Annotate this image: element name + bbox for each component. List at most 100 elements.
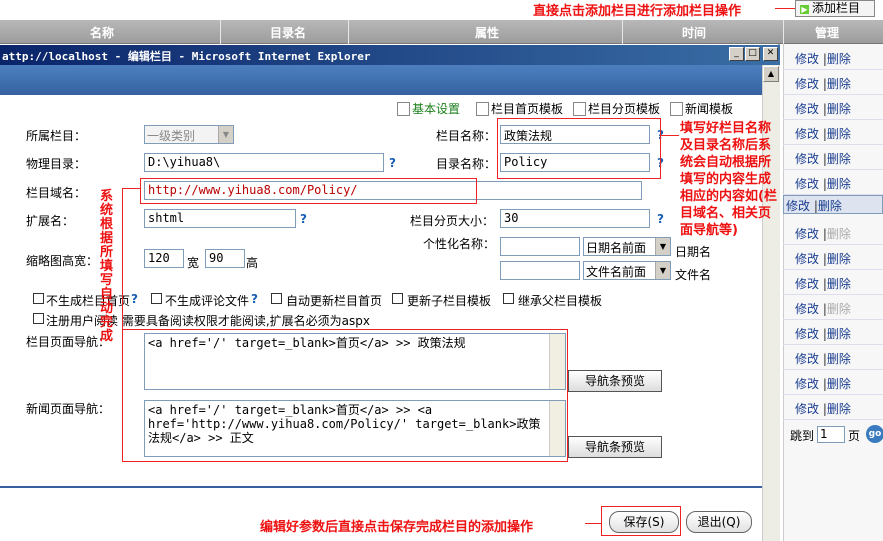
delete-link[interactable]: 删除 [827,402,851,416]
scroll-up-icon[interactable]: ▲ [763,66,779,82]
edit-link[interactable]: 修改 [795,352,819,366]
thumb-width-input[interactable]: 120 [144,249,184,268]
custom-input-2[interactable] [500,261,580,280]
add-column-button[interactable]: ▶ 添加栏目 [795,0,875,17]
delete-link[interactable]: 删除 [827,52,851,66]
link-separator: | [819,177,827,191]
cb-inherit-parent[interactable] [503,293,514,304]
nav-label: 栏目页面导航： [26,335,111,349]
delete-link[interactable]: 删除 [827,152,851,166]
col-manage: 管理 [815,26,840,40]
manage-row: 修改 |删除 [783,345,883,370]
annotation-line [122,188,140,189]
link-separator: | [819,302,827,316]
tab-basic[interactable]: 基本设置 [397,100,460,117]
document-icon [476,102,489,116]
manage-row: 修改 |删除 [783,395,883,420]
custom-input-1[interactable] [500,237,580,256]
cb-update-child[interactable] [392,293,403,304]
delete-link[interactable]: 删除 [818,199,842,213]
delete-link[interactable]: 删除 [827,377,851,391]
col-attr: 属性 [475,26,500,40]
top-arrow [775,8,795,9]
edit-link[interactable]: 修改 [795,52,819,66]
minimize-button[interactable]: _ [729,47,744,61]
tab-index-template[interactable]: 栏目首页模板 [476,100,563,117]
edit-link[interactable]: 修改 [795,77,819,91]
cb-registered-read[interactable] [33,313,44,324]
edit-link[interactable]: 修改 [795,402,819,416]
help-icon: ? [300,212,307,226]
maximize-button[interactable]: □ [745,47,760,61]
custom-select-2[interactable]: 文件名前面 ▼ [583,261,671,280]
edit-link[interactable]: 修改 [795,177,819,191]
edit-link[interactable]: 修改 [795,152,819,166]
edit-link[interactable]: 修改 [795,127,819,141]
delete-link[interactable]: 删除 [827,127,851,141]
delete-link[interactable]: 删除 [827,77,851,91]
delete-link[interactable]: 删除 [827,352,851,366]
edit-link[interactable]: 修改 [795,302,819,316]
edit-link[interactable]: 修改 [795,327,819,341]
pager: 跳到 1 页 go [790,425,883,444]
edit-link[interactable]: 修改 [795,252,819,266]
thumb-height-input[interactable]: 90 [205,249,245,268]
custom-label: 个性化名称： [423,237,496,251]
cb-auto-update[interactable] [271,293,282,304]
news-nav-preview-button[interactable]: 导航条预览 [568,436,662,458]
parent-select[interactable]: 一级类别 ▼ [144,125,234,144]
edit-link[interactable]: 修改 [795,227,819,241]
chevron-down-icon: ▼ [218,126,233,143]
manage-row: 修改 |删除 [783,220,883,245]
custom-select-1[interactable]: 日期名前面 ▼ [583,237,671,256]
side-annotation: 系统根据所填写自动完成 [100,189,114,344]
delete-link[interactable]: 删除 [827,277,851,291]
pagesize-label: 栏目分页大小： [410,214,495,228]
edit-link[interactable]: 修改 [795,102,819,116]
manage-row: 修改 |删除 [783,245,883,270]
close-button[interactable]: ✕ [763,47,778,61]
link-separator: | [819,327,827,341]
divider [0,486,762,488]
chevron-down-icon: ▼ [655,262,670,279]
window-banner [0,65,762,95]
edit-link[interactable]: 修改 [795,377,819,391]
nav-preview-button[interactable]: 导航条预览 [568,370,662,392]
col-name: 名称 [90,26,115,40]
help-icon: ? [131,292,138,306]
exit-button[interactable]: 退出(Q) [686,511,752,533]
tab-news-template[interactable]: 新闻模板 [670,100,733,117]
pagesize-input[interactable]: 30 [500,209,650,228]
delete-link[interactable]: 删除 [827,327,851,341]
help-icon: ? [389,156,396,170]
cb-no-comment[interactable] [151,293,162,304]
edit-link[interactable]: 修改 [786,199,810,213]
link-separator: | [819,402,827,416]
delete-link[interactable]: 删除 [827,102,851,116]
manage-row: 修改 |删除 [783,370,883,395]
ext-label: 扩展名： [26,214,75,228]
manage-row: 修改 |删除 [783,270,883,295]
thumb-label: 缩略图高宽： [26,254,99,268]
annotation-box-save [601,506,681,536]
bottom-arrow [585,523,601,524]
link-separator: | [819,377,827,391]
tab-page-template[interactable]: 栏目分页模板 [573,100,660,117]
delete-link[interactable]: 删除 [827,227,851,241]
manage-row: 修改 |删除 [783,295,883,320]
col-dir: 目录名 [270,26,307,40]
annotation-box-nav [122,329,568,462]
manage-row: 修改 |删除 [783,195,883,214]
ext-input[interactable]: shtml [144,209,296,228]
edit-link[interactable]: 修改 [795,277,819,291]
manage-row: 修改 |删除 [783,170,883,195]
phys-dir-input[interactable]: D:\yihua8\ [144,153,384,172]
delete-link[interactable]: 删除 [827,177,851,191]
delete-link[interactable]: 删除 [827,252,851,266]
document-icon [573,102,586,116]
delete-link[interactable]: 删除 [827,302,851,316]
cb-no-index[interactable] [33,293,44,304]
help-icon: ? [657,212,664,226]
go-button[interactable]: go [866,425,883,443]
page-jump-input[interactable]: 1 [817,426,845,443]
